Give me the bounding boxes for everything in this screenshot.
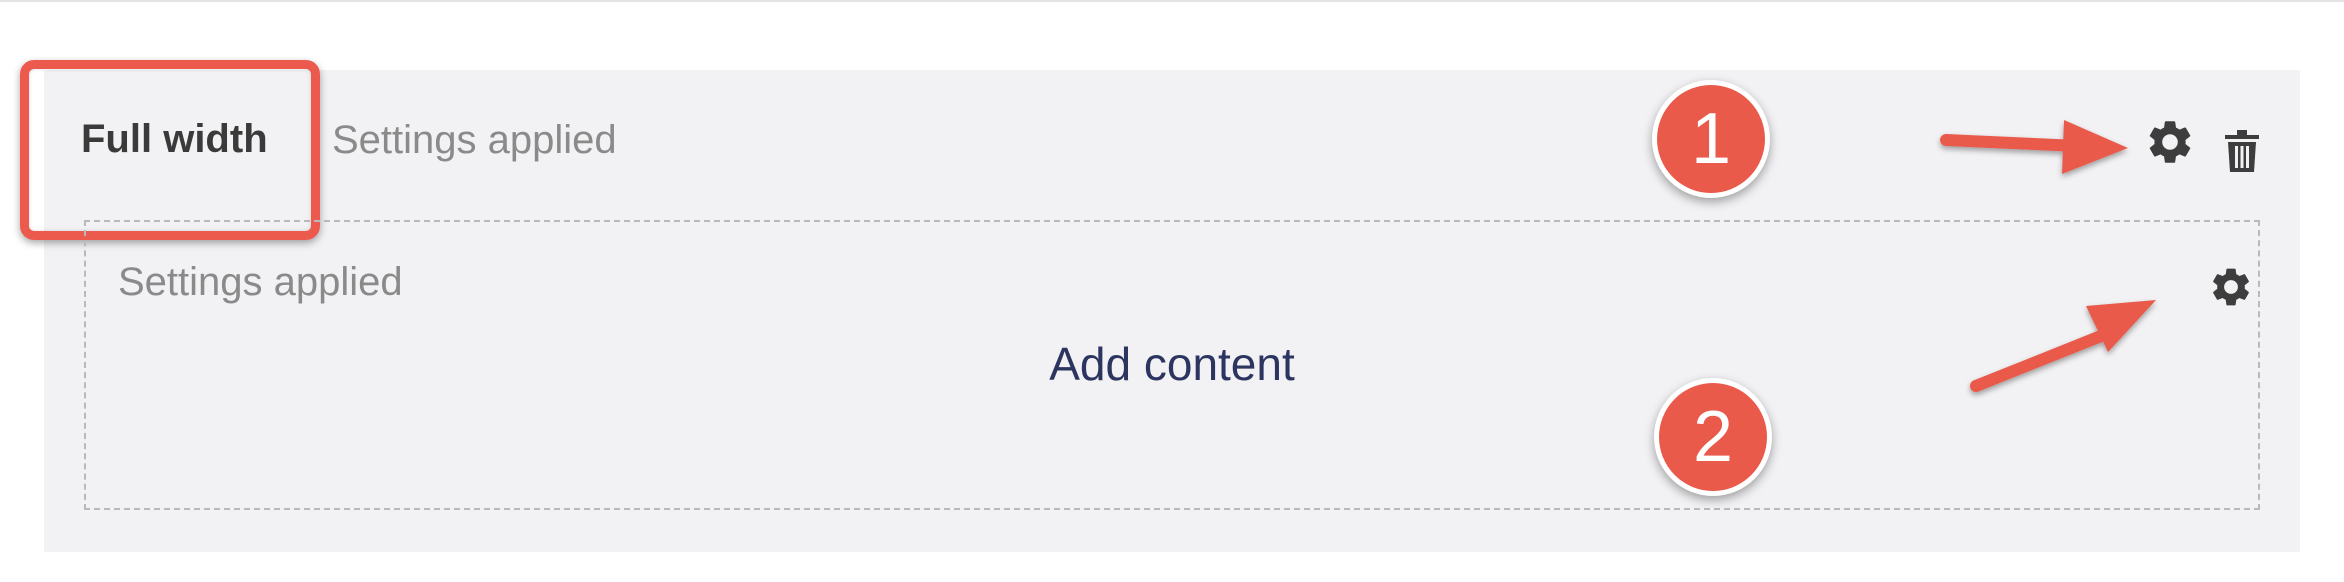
add-content-link[interactable]: Add content [86, 337, 2258, 391]
row-section: Full width Settings applied Settings app… [20, 60, 2300, 552]
callout-badge-2: 2 [1654, 378, 1772, 496]
row-delete-button[interactable] [2220, 126, 2264, 176]
trash-icon [2225, 130, 2259, 172]
row-header: Full width Settings applied [20, 60, 2300, 240]
column-dropzone: Settings applied Add content [84, 220, 2260, 510]
callout-badge-1: 1 [1652, 80, 1770, 198]
row-settings-button[interactable] [2142, 114, 2198, 170]
top-divider [0, 0, 2344, 2]
gear-icon [2149, 121, 2191, 163]
row-settings-status: Settings applied [332, 118, 617, 162]
column-settings-status: Settings applied [118, 260, 403, 304]
column-settings-button[interactable] [2206, 262, 2256, 312]
gear-icon [2213, 268, 2249, 306]
row-title: Full width [81, 117, 268, 161]
